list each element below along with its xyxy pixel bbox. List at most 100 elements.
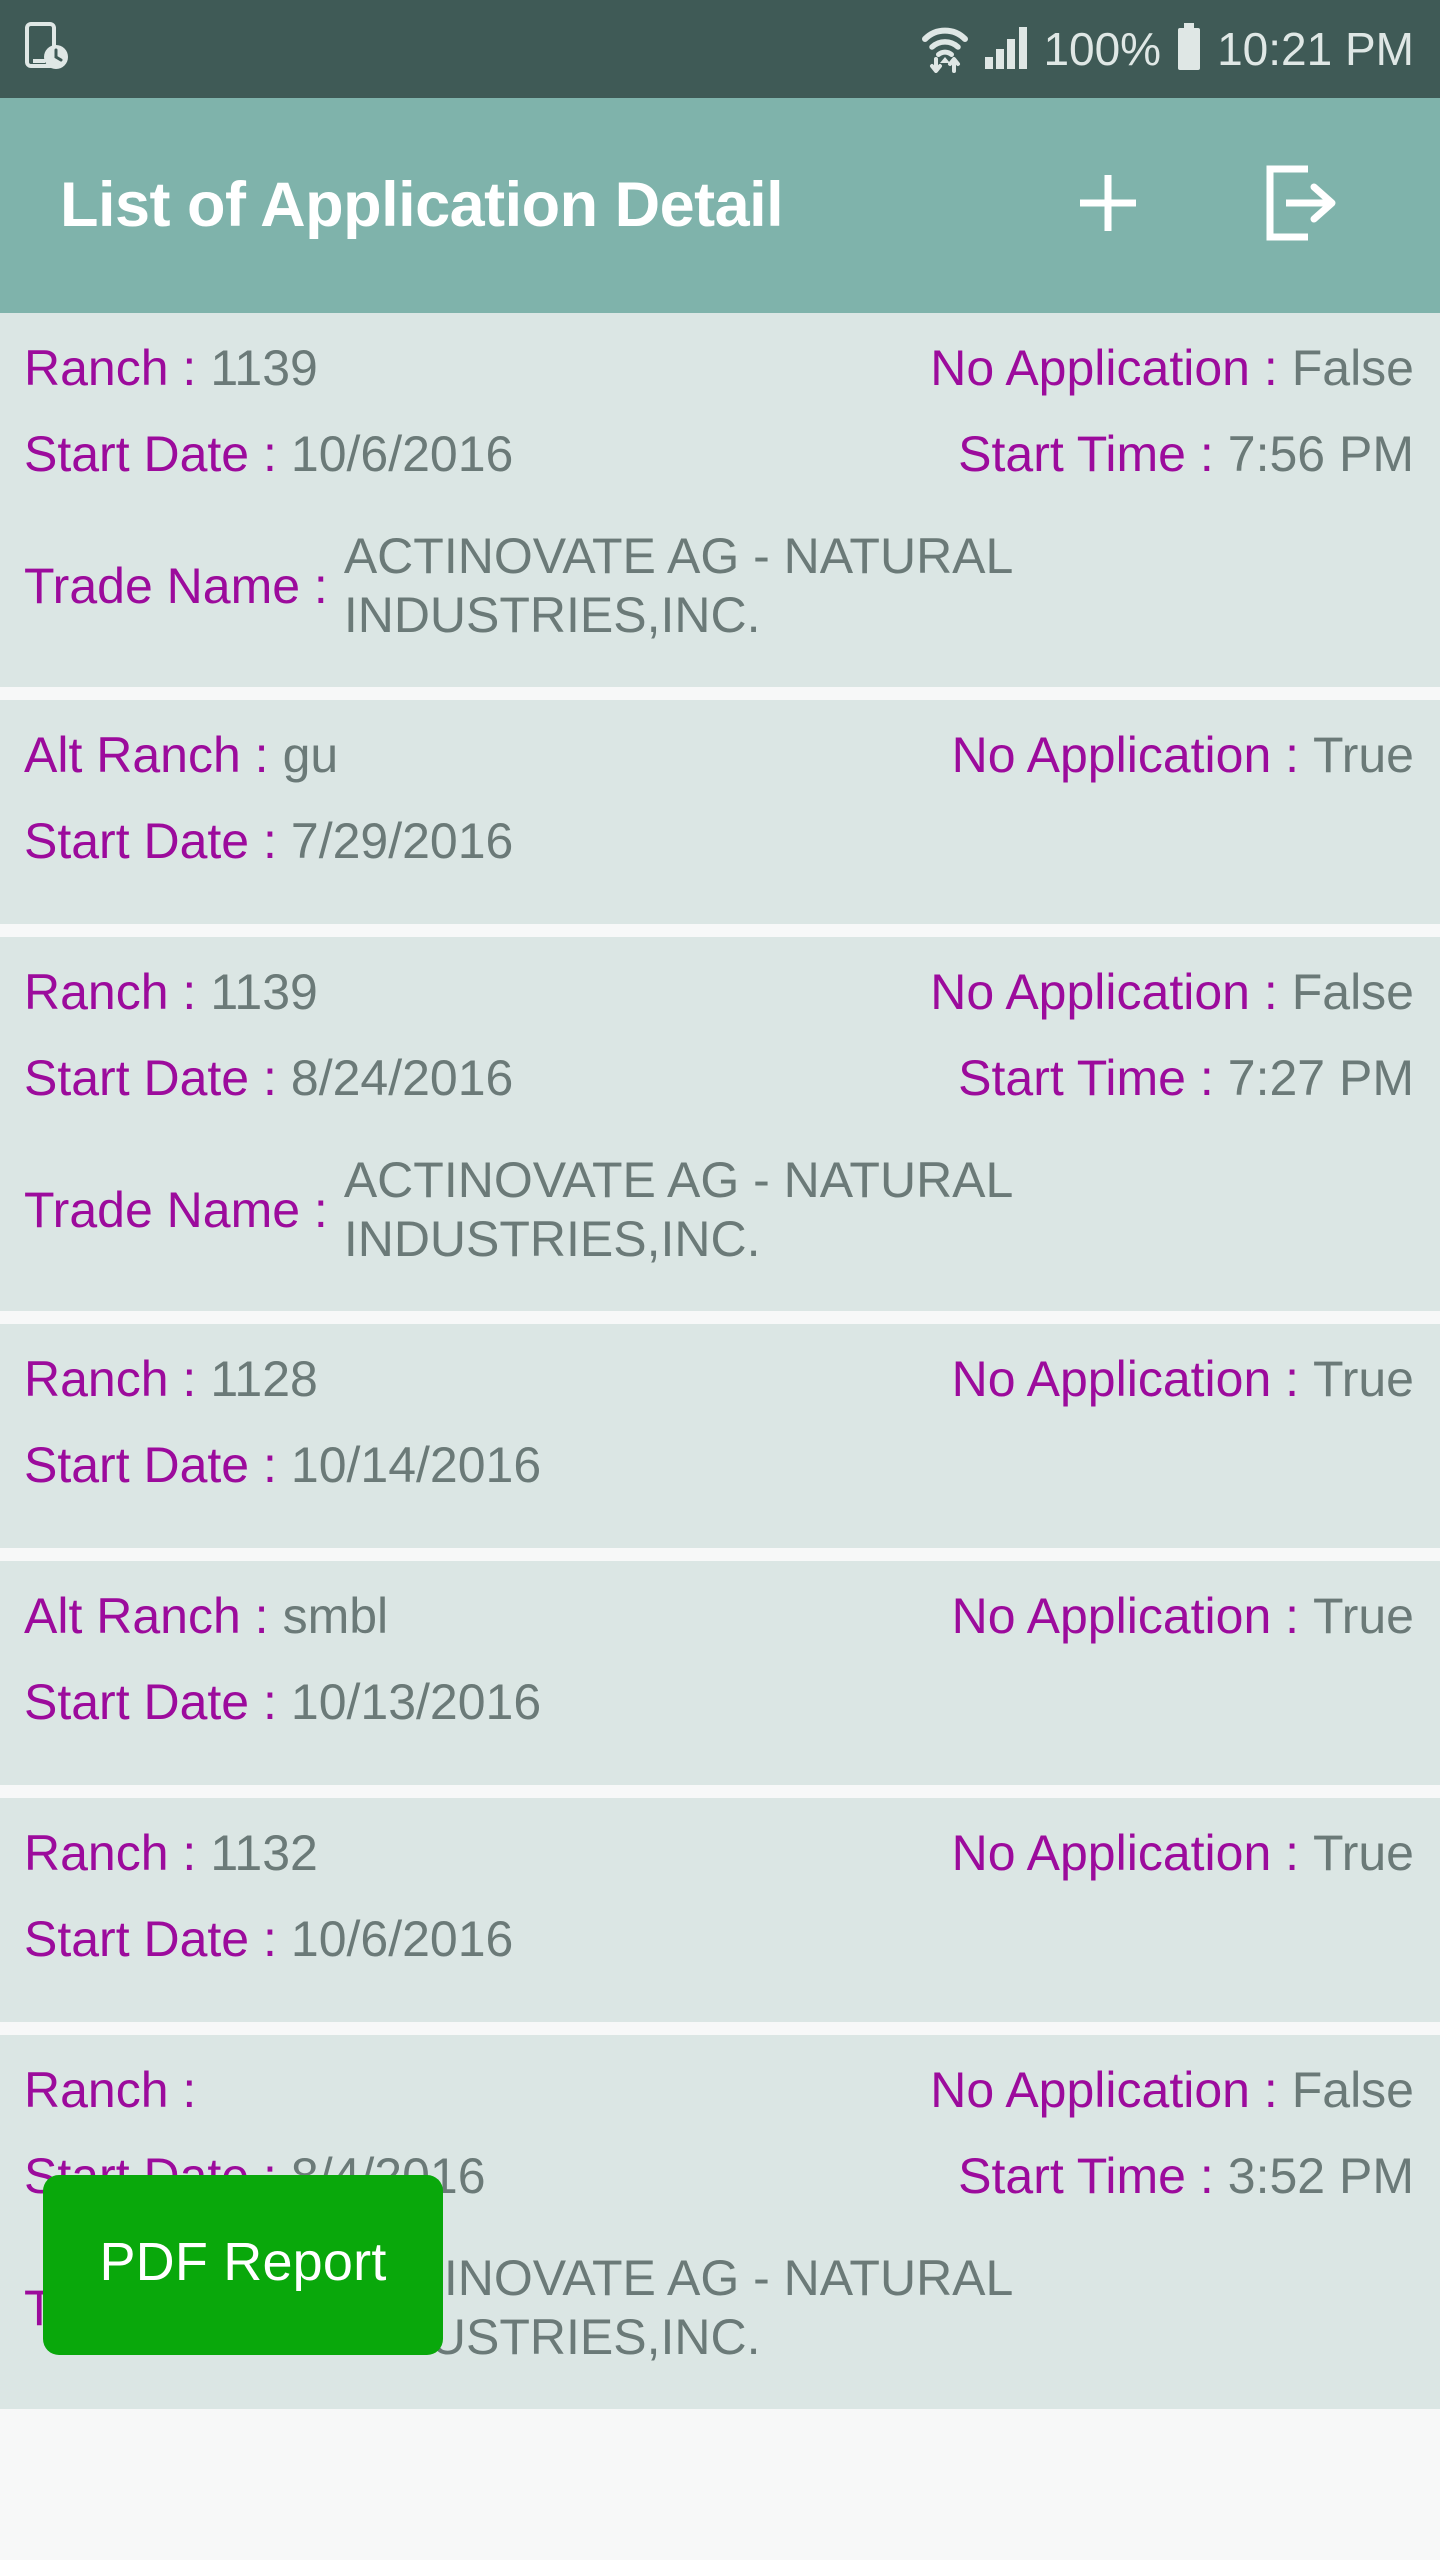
app-screen: 100% 10:21 PM List of Application Detail xyxy=(0,0,1440,2560)
trade-name-value: ACTINOVATE AG - NATURAL INDUSTRIES,INC. xyxy=(343,1152,1012,1267)
ranch-value: 1139 xyxy=(210,340,318,396)
no-application-value: False xyxy=(1291,2062,1414,2118)
start-time-label: Start Time : xyxy=(958,1050,1214,1106)
list-row-start: Start Date : 10/6/2016 xyxy=(24,1910,1414,1996)
status-bar-left xyxy=(24,21,70,78)
start-date-value: 8/24/2016 xyxy=(290,1050,514,1106)
list-row-start: Start Date : 10/14/2016 xyxy=(24,1436,1414,1522)
list-row-ranch: Ranch : 1139 No Application : False xyxy=(24,963,1414,1049)
list-row-ranch: Ranch : 1139 No Application : False xyxy=(24,339,1414,425)
status-bar-clock: 10:21 PM xyxy=(1217,23,1414,75)
page-title: List of Application Detail xyxy=(60,170,784,240)
no-application-label: No Application : xyxy=(930,340,1278,396)
list-row-ranch: Alt Ranch : gu No Application : True xyxy=(24,726,1414,812)
battery-percent-label: 100% xyxy=(1043,23,1162,75)
ranch-label: Ranch : xyxy=(24,340,197,396)
start-date-value: 10/6/2016 xyxy=(290,426,514,482)
no-application-value: True xyxy=(1313,1588,1414,1644)
no-application-field: No Application : True xyxy=(952,1824,1414,1883)
list-item[interactable]: Alt Ranch : gu No Application : True Sta… xyxy=(0,700,1440,924)
logout-icon[interactable] xyxy=(1256,159,1340,252)
list-row-start: Start Date : 10/13/2016 xyxy=(24,1673,1414,1759)
start-date-label: Start Date : xyxy=(24,1911,277,1967)
start-time-label: Start Time : xyxy=(958,2148,1214,2204)
ranch-value: 1128 xyxy=(210,1351,318,1407)
ranch-label: Ranch : xyxy=(24,1825,197,1881)
ranch-value: gu xyxy=(282,727,339,783)
list-row-start: Start Date : 10/6/2016 Start Time : 7:56… xyxy=(24,425,1414,511)
no-application-value: True xyxy=(1313,1351,1414,1407)
list-row-ranch: Alt Ranch : smbl No Application : True xyxy=(24,1587,1414,1673)
list-row-trade-name: Trade Name : ACTINOVATE AG - NATURAL IND… xyxy=(24,511,1414,661)
ranch-field: Alt Ranch : gu xyxy=(24,726,733,785)
no-application-field: No Application : False xyxy=(930,339,1414,398)
status-bar: 100% 10:21 PM xyxy=(0,0,1440,98)
ranch-field: Ranch : xyxy=(24,2061,733,2120)
cellular-signal-icon xyxy=(983,23,1029,76)
start-date-label: Start Date : xyxy=(24,426,277,482)
battery-full-icon xyxy=(1175,22,1203,77)
ranch-value: 1132 xyxy=(210,1825,318,1881)
start-date-value: 10/14/2016 xyxy=(290,1437,542,1493)
start-date-label: Start Date : xyxy=(24,1050,277,1106)
no-application-field: No Application : True xyxy=(952,1350,1414,1409)
ranch-label: Alt Ranch : xyxy=(24,1588,269,1644)
no-application-value: False xyxy=(1291,964,1414,1020)
start-date-label: Start Date : xyxy=(24,813,277,869)
list-item[interactable]: Ranch : 1128 No Application : True Start… xyxy=(0,1324,1440,1548)
ranch-label: Ranch : xyxy=(24,2062,197,2118)
list-item[interactable]: Alt Ranch : smbl No Application : True S… xyxy=(0,1561,1440,1785)
start-date-value: 10/13/2016 xyxy=(290,1674,542,1730)
start-time-field: Start Time : 7:56 PM xyxy=(958,425,1414,484)
status-bar-right: 100% 10:21 PM xyxy=(921,21,1414,78)
no-application-label: No Application : xyxy=(951,1588,1300,1644)
trade-name-label: Trade Name : xyxy=(24,1181,328,1238)
no-application-field: No Application : True xyxy=(952,726,1414,785)
no-application-label: No Application : xyxy=(951,727,1300,783)
start-time-field: Start Time : 7:27 PM xyxy=(958,1049,1414,1108)
trade-name-value: ACTINOVATE AG - NATURAL INDUSTRIES,INC. xyxy=(343,528,1012,643)
no-application-label: No Application : xyxy=(951,1351,1300,1407)
ranch-field: Ranch : 1128 xyxy=(24,1350,733,1409)
list-item[interactable]: Ranch : 1139 No Application : False Star… xyxy=(0,313,1440,687)
start-date-field: Start Date : 10/14/2016 xyxy=(24,1436,733,1495)
start-date-label: Start Date : xyxy=(24,1674,277,1730)
start-date-field: Start Date : 7/29/2016 xyxy=(24,812,733,871)
list-item[interactable]: Ranch : 1132 No Application : True Start… xyxy=(0,1798,1440,2022)
pdf-report-button[interactable]: PDF Report xyxy=(43,2175,443,2355)
start-time-value: 3:52 PM xyxy=(1227,2148,1414,2204)
list-row-ranch: Ranch : No Application : False xyxy=(24,2061,1414,2147)
no-application-field: No Application : False xyxy=(930,2061,1414,2120)
ranch-value: smbl xyxy=(282,1588,389,1644)
list-row-start: Start Date : 7/29/2016 xyxy=(24,812,1414,898)
no-application-label: No Application : xyxy=(951,1825,1300,1881)
ranch-field: Ranch : 1132 xyxy=(24,1824,733,1883)
no-application-label: No Application : xyxy=(930,2062,1278,2118)
list-row-ranch: Ranch : 1132 No Application : True xyxy=(24,1824,1414,1910)
list-row-start: Start Date : 8/24/2016 Start Time : 7:27… xyxy=(24,1049,1414,1135)
trade-name-value: ACTINOVATE AG - NATURAL INDUSTRIES,INC. xyxy=(343,2250,1012,2365)
app-bar-actions xyxy=(1070,159,1380,252)
start-time-label: Start Time : xyxy=(958,426,1214,482)
list-row-ranch: Ranch : 1128 No Application : True xyxy=(24,1350,1414,1436)
plus-icon[interactable] xyxy=(1070,165,1146,246)
start-date-field: Start Date : 8/24/2016 xyxy=(24,1049,733,1108)
ranch-label: Alt Ranch : xyxy=(24,727,269,783)
start-date-field: Start Date : 10/13/2016 xyxy=(24,1673,733,1732)
wifi-transfer-icon xyxy=(921,21,969,78)
no-application-value: True xyxy=(1313,727,1414,783)
ranch-label: Ranch : xyxy=(24,964,197,1020)
no-application-field: No Application : False xyxy=(930,963,1414,1022)
start-date-value: 7/29/2016 xyxy=(290,813,514,869)
no-application-field: No Application : True xyxy=(952,1587,1414,1646)
ranch-value: 1139 xyxy=(210,964,318,1020)
ranch-label: Ranch : xyxy=(24,1351,197,1407)
ranch-field: Ranch : 1139 xyxy=(24,339,733,398)
ranch-field: Alt Ranch : smbl xyxy=(24,1587,733,1646)
app-bar: List of Application Detail xyxy=(0,98,1440,313)
start-date-label: Start Date : xyxy=(24,1437,277,1493)
list-item[interactable]: Ranch : 1139 No Application : False Star… xyxy=(0,937,1440,1311)
start-time-value: 7:56 PM xyxy=(1227,426,1414,482)
start-date-field: Start Date : 10/6/2016 xyxy=(24,425,733,484)
start-date-field: Start Date : 10/6/2016 xyxy=(24,1910,733,1969)
